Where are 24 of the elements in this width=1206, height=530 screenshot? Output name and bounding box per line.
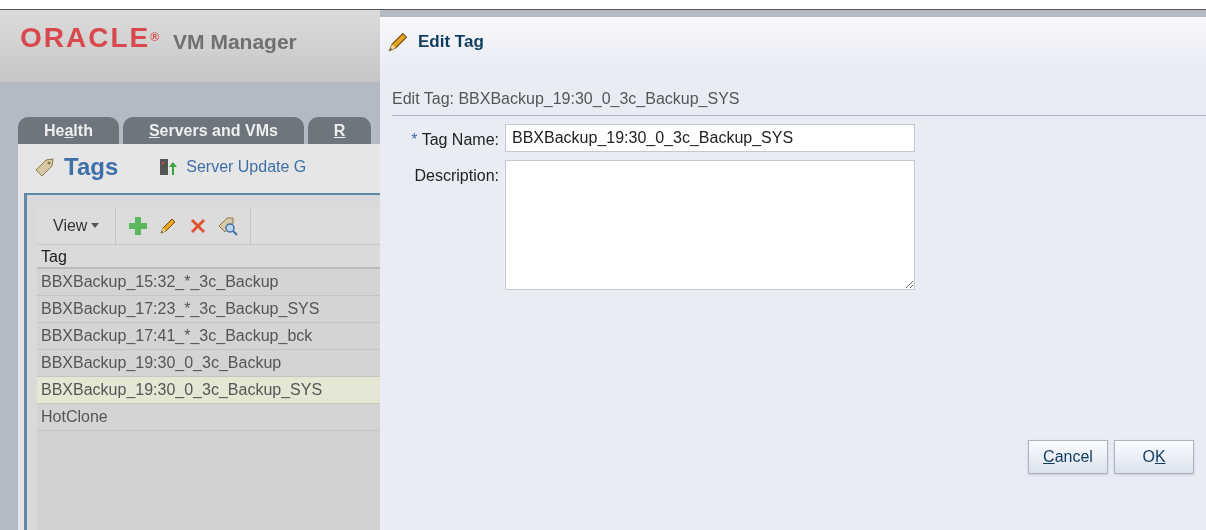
view-menu[interactable]: View bbox=[37, 207, 117, 244]
page-title: Tags bbox=[64, 151, 119, 182]
dialog-button[interactable]: OK bbox=[1114, 440, 1194, 474]
tag-icon bbox=[34, 155, 56, 178]
server-update-icon bbox=[158, 156, 179, 177]
dialog-subtitle: Edit Tag: BBXBackup_19:30_0_3c_Backup_SYS bbox=[392, 87, 1206, 116]
tab[interactable]: Servers and VMs bbox=[122, 117, 304, 144]
column-header: Tag bbox=[37, 245, 380, 269]
dialog-title: Edit Tag bbox=[418, 31, 484, 54]
tag-name-field[interactable]: BBXBackup_19:30_0_3c_Backup_SYS bbox=[505, 124, 915, 152]
product-name: VM Manager bbox=[173, 29, 297, 55]
pencil-icon bbox=[386, 30, 410, 54]
logo: ORACLE$^{®}$ bbox=[20, 24, 162, 52]
tab[interactable]: R bbox=[307, 117, 372, 144]
tag-search-icon[interactable] bbox=[218, 215, 239, 236]
add-icon[interactable] bbox=[128, 215, 149, 236]
server-update-link[interactable]: Server Update G bbox=[158, 154, 307, 179]
table-row[interactable]: BBXBackup_19:30_0_3c_Backup_SYS bbox=[37, 377, 380, 404]
field-label: Description: bbox=[413, 166, 500, 186]
field-label: * Tag Name: bbox=[410, 130, 500, 150]
description-field[interactable] bbox=[505, 160, 915, 290]
tab[interactable]: Health bbox=[18, 117, 119, 144]
dialog-button[interactable]: Cancel bbox=[1028, 440, 1108, 474]
caret-icon bbox=[91, 223, 100, 228]
